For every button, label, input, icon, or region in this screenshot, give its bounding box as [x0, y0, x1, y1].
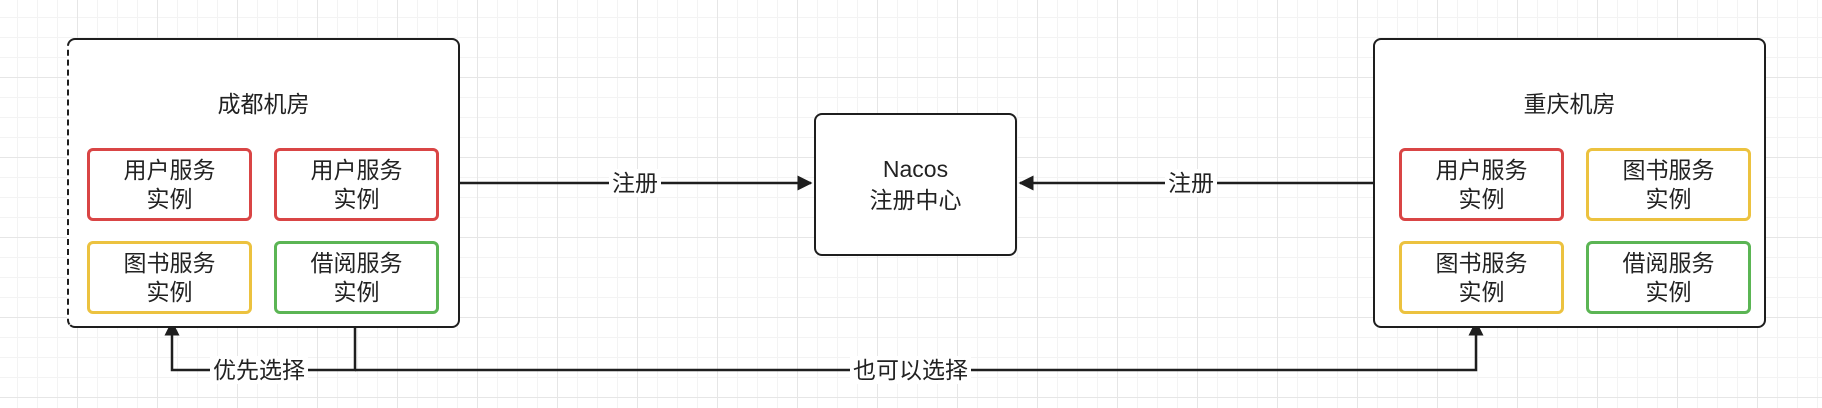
nacos-registry: Nacos 注册中心 [814, 113, 1017, 256]
service-name: 用户服务 [310, 156, 403, 183]
service-name: 图书服务 [1435, 249, 1528, 276]
also-label: 也可以选择 [850, 356, 971, 384]
chongqing-title: 重庆机房 [1523, 91, 1616, 117]
register-label-left: 注册 [609, 169, 661, 197]
register-label-right: 注册 [1165, 169, 1217, 197]
service-name: 借阅服务 [310, 249, 403, 276]
chengdu-user-service-2: 用户服务 实例 [274, 148, 439, 221]
service-suffix: 实例 [1645, 278, 1692, 305]
service-suffix: 实例 [146, 185, 193, 212]
chongqing-book-service-1: 图书服务 实例 [1586, 148, 1751, 221]
chengdu-user-service-1: 用户服务 实例 [87, 148, 252, 221]
service-name: 用户服务 [123, 156, 216, 183]
chongqing-book-service-2: 图书服务 实例 [1399, 241, 1564, 314]
service-suffix: 实例 [1645, 185, 1692, 212]
service-suffix: 实例 [1458, 185, 1505, 212]
service-name: 用户服务 [1435, 156, 1528, 183]
nacos-subtitle: 注册中心 [869, 186, 962, 213]
chengdu-borrow-service: 借阅服务 实例 [274, 241, 439, 314]
service-suffix: 实例 [1458, 278, 1505, 305]
chengdu-book-service: 图书服务 实例 [87, 241, 252, 314]
service-suffix: 实例 [333, 278, 380, 305]
chengdu-datacenter: 成都机房 用户服务 实例 用户服务 实例 图书服务 实例 借阅服务 实例 [67, 38, 460, 328]
nacos-name: Nacos [882, 155, 949, 182]
chongqing-datacenter: 重庆机房 用户服务 实例 图书服务 实例 图书服务 实例 借阅服务 实例 [1373, 38, 1766, 328]
service-suffix: 实例 [333, 185, 380, 212]
service-name: 借阅服务 [1622, 249, 1715, 276]
chongqing-borrow-service: 借阅服务 实例 [1586, 241, 1751, 314]
prefer-label: 优先选择 [210, 356, 308, 384]
service-name: 图书服务 [123, 249, 216, 276]
service-suffix: 实例 [146, 278, 193, 305]
chongqing-user-service: 用户服务 实例 [1399, 148, 1564, 221]
service-name: 图书服务 [1622, 156, 1715, 183]
chengdu-title: 成都机房 [217, 91, 310, 117]
